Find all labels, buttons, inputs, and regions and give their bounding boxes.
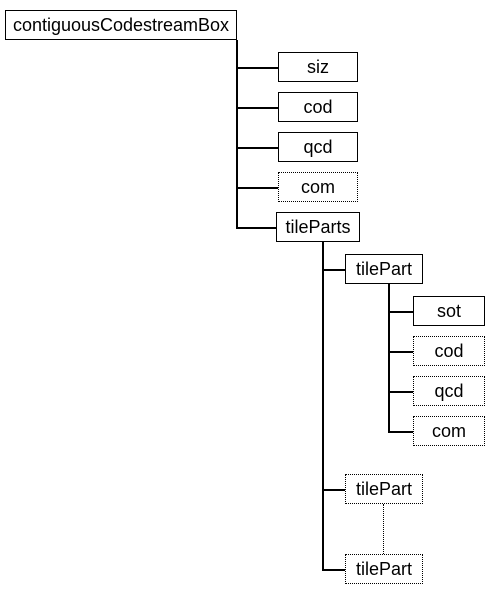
connector <box>236 187 278 189</box>
connector-dotted <box>383 504 384 554</box>
connector <box>322 242 324 569</box>
node-tilepart-1: tilePart <box>345 254 423 284</box>
node-label: siz <box>307 57 329 78</box>
node-com: com <box>278 172 358 202</box>
node-cod: cod <box>278 92 358 122</box>
node-label: tilePart <box>356 559 412 580</box>
connector <box>236 147 278 149</box>
node-label: cod <box>434 341 463 362</box>
connector <box>388 431 413 433</box>
node-tilepart-2: tilePart <box>345 474 423 504</box>
connector <box>388 311 413 313</box>
node-tilepart-qcd: qcd <box>413 376 485 406</box>
node-label: tileParts <box>285 217 350 238</box>
node-sot: sot <box>413 296 485 326</box>
node-label: qcd <box>434 381 463 402</box>
connector <box>388 284 390 431</box>
node-tilepart-com: com <box>413 416 485 446</box>
node-siz: siz <box>278 52 358 82</box>
connector <box>388 391 413 393</box>
connector <box>322 489 345 491</box>
node-contiguous-codestream-box: contiguousCodestreamBox <box>5 10 237 40</box>
node-tileparts: tileParts <box>276 212 360 242</box>
node-label: tilePart <box>356 479 412 500</box>
node-label: qcd <box>303 137 332 158</box>
node-label: contiguousCodestreamBox <box>13 15 229 36</box>
node-label: com <box>301 177 335 198</box>
connector <box>236 107 278 109</box>
connector <box>322 569 345 571</box>
node-tilepart-3: tilePart <box>345 554 423 584</box>
node-qcd: qcd <box>278 132 358 162</box>
node-label: sot <box>437 301 461 322</box>
connector <box>236 227 276 229</box>
connector <box>322 269 345 271</box>
connector <box>236 67 278 69</box>
node-tilepart-cod: cod <box>413 336 485 366</box>
node-label: cod <box>303 97 332 118</box>
node-label: com <box>432 421 466 442</box>
connector <box>388 351 413 353</box>
node-label: tilePart <box>356 259 412 280</box>
